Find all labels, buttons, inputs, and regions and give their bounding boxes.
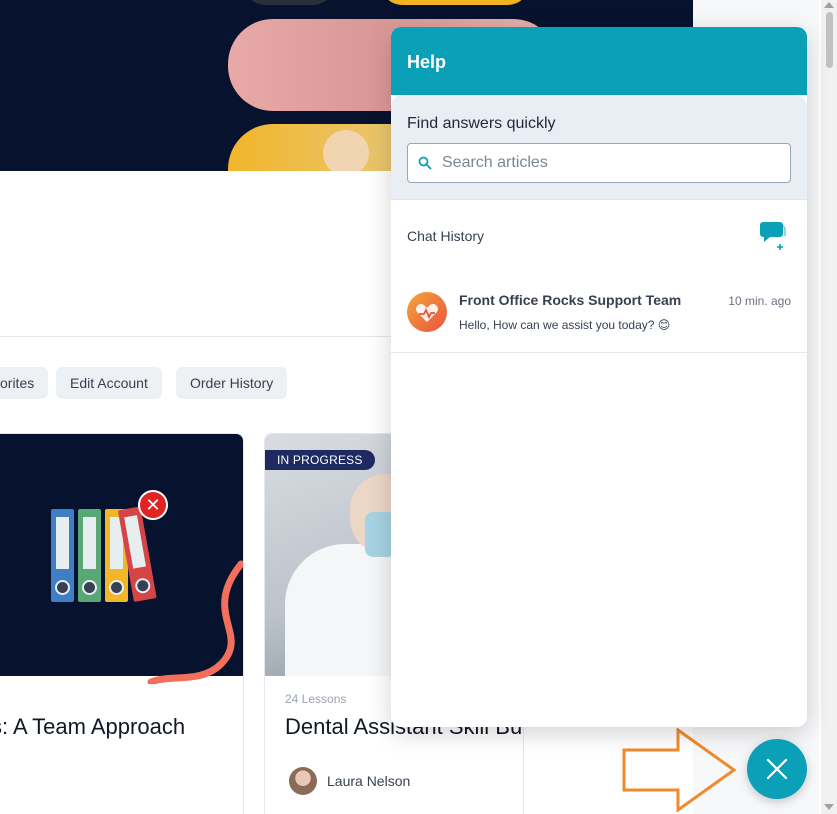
decorative-swoosh <box>147 560 243 684</box>
course-title: s: A Team Approach <box>0 714 186 739</box>
author-name: Laura Nelson <box>327 773 411 789</box>
avatar <box>289 767 317 795</box>
conversation-preview: Hello, How can we assist you today? 😊 <box>459 318 671 332</box>
hero-image-pill <box>243 0 335 5</box>
scrollbar[interactable] <box>821 0 837 814</box>
search-input[interactable] <box>442 154 772 172</box>
scroll-down-arrow-icon[interactable] <box>824 804 834 810</box>
status-badge: IN PROGRESS <box>265 450 375 470</box>
course-card[interactable]: ✕ s: A Team Approach <box>0 433 244 814</box>
tab-edit-account[interactable]: Edit Account <box>56 367 162 399</box>
close-icon <box>766 758 788 780</box>
arrow-annotation-icon <box>622 728 737 812</box>
course-author: Laura Nelson <box>289 767 410 795</box>
scrollbar-thumb[interactable] <box>826 12 833 68</box>
course-thumbnail: ✕ <box>0 434 243 684</box>
conversation-name: Front Office Rocks Support Team <box>459 292 682 308</box>
help-title: Help <box>391 27 807 95</box>
close-help-button[interactable] <box>747 739 807 799</box>
chat-conversation-item[interactable]: Front Office Rocks Support Team 10 min. … <box>391 274 807 353</box>
conversation-time: 10 min. ago <box>728 294 791 308</box>
help-search-section: Find answers quickly <box>391 95 807 200</box>
hero-image-pill <box>380 0 530 5</box>
tab-order-history[interactable]: Order History <box>176 367 288 399</box>
search-label: Find answers quickly <box>407 115 556 132</box>
chat-history-label: Chat History <box>407 228 485 244</box>
error-x-icon: ✕ <box>138 490 168 520</box>
search-box[interactable] <box>407 143 791 183</box>
tab-favorites[interactable]: orites <box>0 367 49 399</box>
scroll-up-arrow-icon[interactable] <box>824 2 834 8</box>
search-icon <box>418 156 432 170</box>
new-chat-icon[interactable] <box>758 219 788 251</box>
lesson-count: 24 Lessons <box>285 692 347 706</box>
support-team-logo <box>407 292 447 332</box>
help-panel: Help Find answers quickly Chat History F… <box>391 27 807 727</box>
